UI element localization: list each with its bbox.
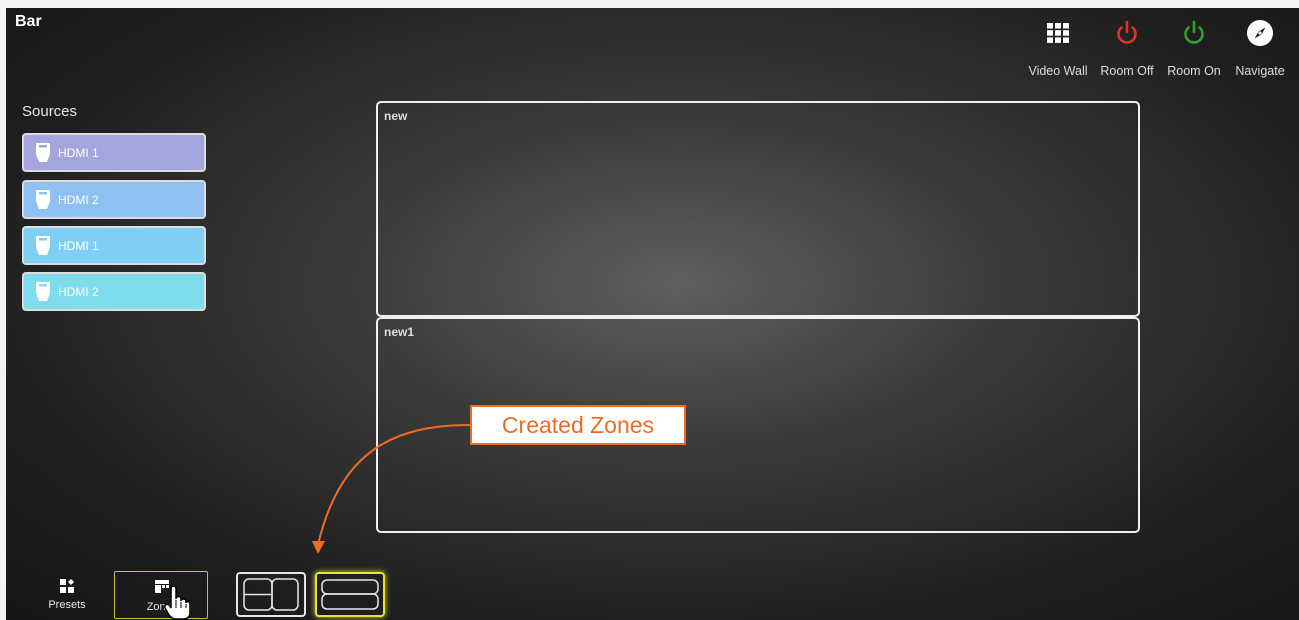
presets-icon <box>38 579 96 593</box>
split-vertical-layout-icon <box>243 578 299 611</box>
presets-button[interactable]: Presets <box>38 579 96 611</box>
layout-split-horizontal-option[interactable] <box>315 572 385 617</box>
callout-arrow <box>312 424 471 554</box>
zones-button[interactable]: Zones <box>114 571 208 619</box>
split-horizontal-layout-icon <box>321 579 379 610</box>
layout-split-vertical-option[interactable] <box>236 572 306 617</box>
presets-label: Presets <box>48 599 86 611</box>
created-zones-callout: Created Zones <box>470 405 686 445</box>
zones-label: Zones <box>146 601 178 613</box>
hand-cursor-icon <box>164 586 190 620</box>
